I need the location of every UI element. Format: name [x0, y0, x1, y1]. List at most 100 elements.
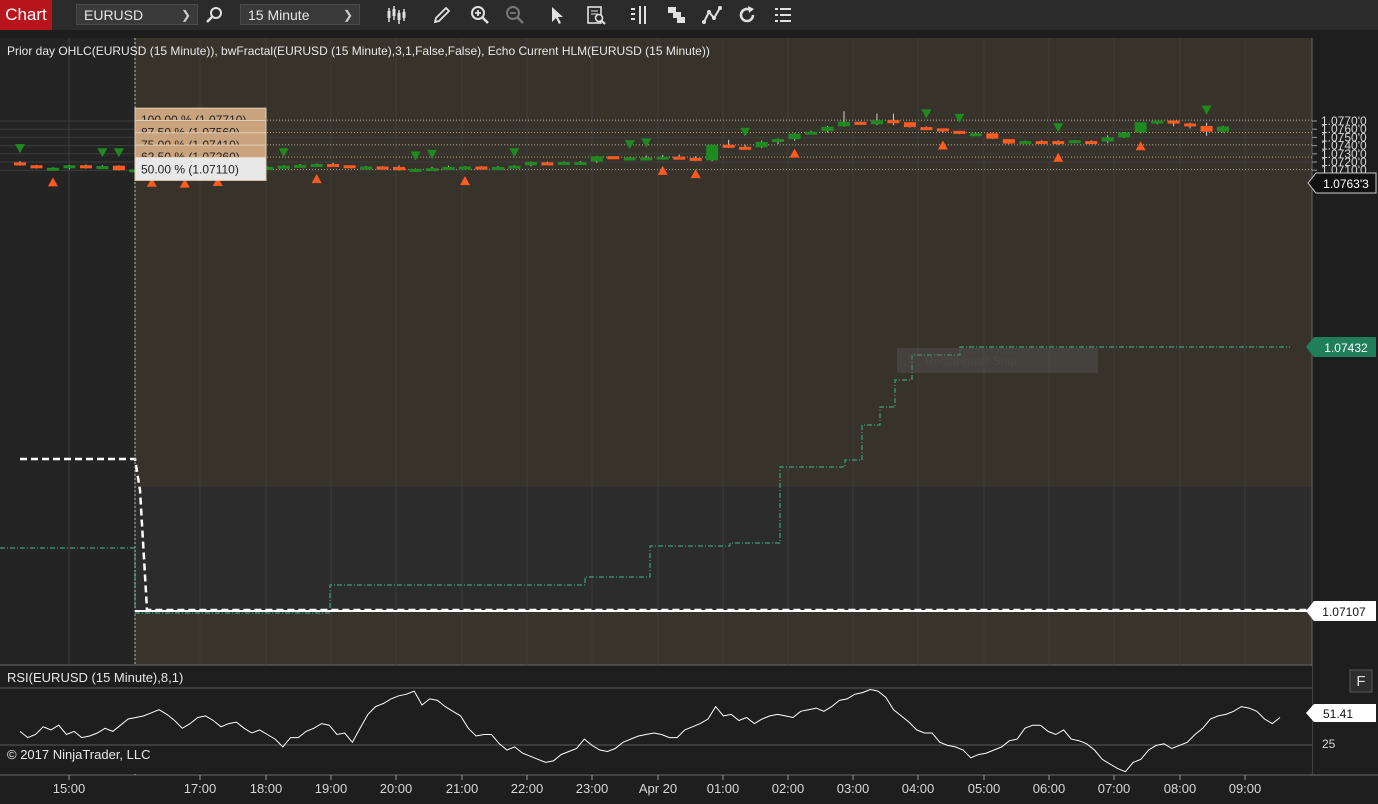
time-tick-label: 23:00 — [576, 781, 609, 796]
candle-body — [557, 162, 570, 165]
f-button-label: F — [1356, 673, 1365, 690]
time-tick-label: 09:00 — [1229, 781, 1262, 796]
candle-body — [343, 165, 356, 169]
hlm-level-label-text: 50.00 % (1.07110) — [141, 162, 239, 176]
time-tick-label: 20:00 — [380, 781, 413, 796]
candle — [953, 130, 966, 135]
current-price-label: 1.0763'3 — [1323, 177, 1369, 191]
candle-body — [953, 130, 966, 134]
candle — [854, 121, 867, 125]
zoom-out-icon[interactable] — [504, 4, 526, 26]
candle-body — [327, 164, 340, 168]
zoom-in-icon[interactable] — [469, 4, 491, 26]
candle-body — [838, 121, 850, 127]
rsi-current-label: 51.41 — [1323, 707, 1353, 721]
rsi-panel-background — [0, 666, 1312, 774]
time-tick-label: 04:00 — [902, 781, 935, 796]
copyright: © 2017 NinjaTrader, LLC — [7, 747, 151, 762]
pointer-icon[interactable] — [546, 4, 568, 26]
f-button[interactable]: F — [1349, 669, 1373, 693]
strategies-icon[interactable] — [701, 4, 723, 26]
pencil-icon[interactable] — [431, 4, 453, 26]
candle — [475, 166, 488, 170]
candle-body — [656, 156, 669, 160]
chevron-down-icon: ❯ — [180, 8, 191, 22]
candle-body — [508, 165, 521, 169]
instrument-value: EURUSD — [84, 7, 144, 23]
candle-body — [903, 122, 916, 128]
candle-body — [870, 120, 883, 125]
candle-body — [1068, 140, 1081, 144]
toolbar: Chart EURUSD ❯ 15 Minute ❯ — [0, 0, 1378, 31]
candle-body — [590, 156, 603, 162]
chevron-down-icon: ❯ — [342, 8, 353, 22]
echo-price-label: 1.07432 — [1324, 341, 1368, 355]
data-box-icon[interactable] — [585, 4, 607, 26]
properties-icon[interactable] — [772, 4, 794, 26]
candle-body — [722, 144, 735, 148]
candle-body — [1200, 125, 1213, 132]
candle-body — [1002, 139, 1015, 144]
candle-body — [30, 165, 43, 169]
candle — [986, 132, 999, 140]
candle — [360, 166, 373, 170]
interval-dropdown[interactable]: 15 Minute ❯ — [240, 4, 360, 25]
candle — [310, 163, 323, 168]
indicators-label: Prior day OHLC(EURUSD (15 Minute)), bwFr… — [7, 44, 710, 58]
candle — [1068, 140, 1081, 144]
candle-body — [376, 166, 389, 170]
candle-body — [63, 165, 76, 169]
candle — [112, 165, 125, 171]
candle-body — [969, 133, 982, 137]
candle-body — [458, 166, 471, 170]
chart-style-icon[interactable] — [385, 4, 407, 26]
candle-body — [1134, 122, 1147, 133]
current-price-marker: 1.0763'3 — [1307, 172, 1377, 194]
crosshair-price-label: 1.07107 — [1322, 605, 1366, 619]
candle-body — [623, 157, 636, 161]
time-tick-label: 03:00 — [837, 781, 870, 796]
time-tick-label: 21:00 — [446, 781, 479, 796]
candle-body — [689, 157, 702, 161]
candle — [1019, 140, 1032, 145]
chart-tab[interactable]: Chart — [0, 0, 52, 30]
candle-body — [788, 133, 801, 140]
candle — [376, 166, 389, 170]
instrument-dropdown[interactable]: EURUSD ❯ — [76, 4, 198, 25]
candle-body — [112, 165, 125, 171]
candle — [623, 157, 636, 161]
candle — [508, 165, 521, 169]
candle-body — [1101, 137, 1114, 142]
candle — [277, 165, 290, 169]
candle-body — [821, 126, 834, 132]
candle-body — [1118, 132, 1131, 138]
candle-body — [1085, 141, 1098, 145]
time-tick-label: 06:00 — [1033, 781, 1066, 796]
candle-body — [1052, 141, 1065, 145]
reload-icon[interactable] — [736, 4, 758, 26]
search-icon[interactable] — [204, 4, 226, 26]
candle-body — [1019, 141, 1032, 145]
candle-body — [426, 168, 438, 172]
candle-body — [46, 167, 59, 171]
candle-body — [739, 146, 752, 150]
candle-body — [805, 131, 818, 135]
candle-body — [409, 168, 422, 172]
candle-body — [475, 166, 488, 170]
candle-body — [393, 166, 406, 171]
candle — [1002, 139, 1015, 144]
candle-body — [936, 128, 949, 132]
candle-body — [673, 156, 686, 160]
chart-canvas[interactable]: Rectangular Snip 100.00 % (1.07710)87.50… — [0, 30, 1378, 804]
rsi-label: RSI(EURUSD (15 Minute),8,1) — [7, 670, 184, 685]
candle-body — [96, 166, 109, 170]
templates-icon[interactable] — [665, 4, 687, 26]
hlm-level-labels: 100.00 % (1.07710)87.50 % (1.07560)75.00… — [134, 107, 267, 181]
bars-icon[interactable] — [628, 4, 650, 26]
candle-body — [920, 127, 933, 131]
candle-body — [640, 157, 653, 161]
candle-body — [310, 164, 323, 168]
candle-body — [1151, 120, 1164, 124]
hlm-level-label: 50.00 % (1.07110) — [134, 156, 267, 181]
candle — [969, 132, 982, 137]
